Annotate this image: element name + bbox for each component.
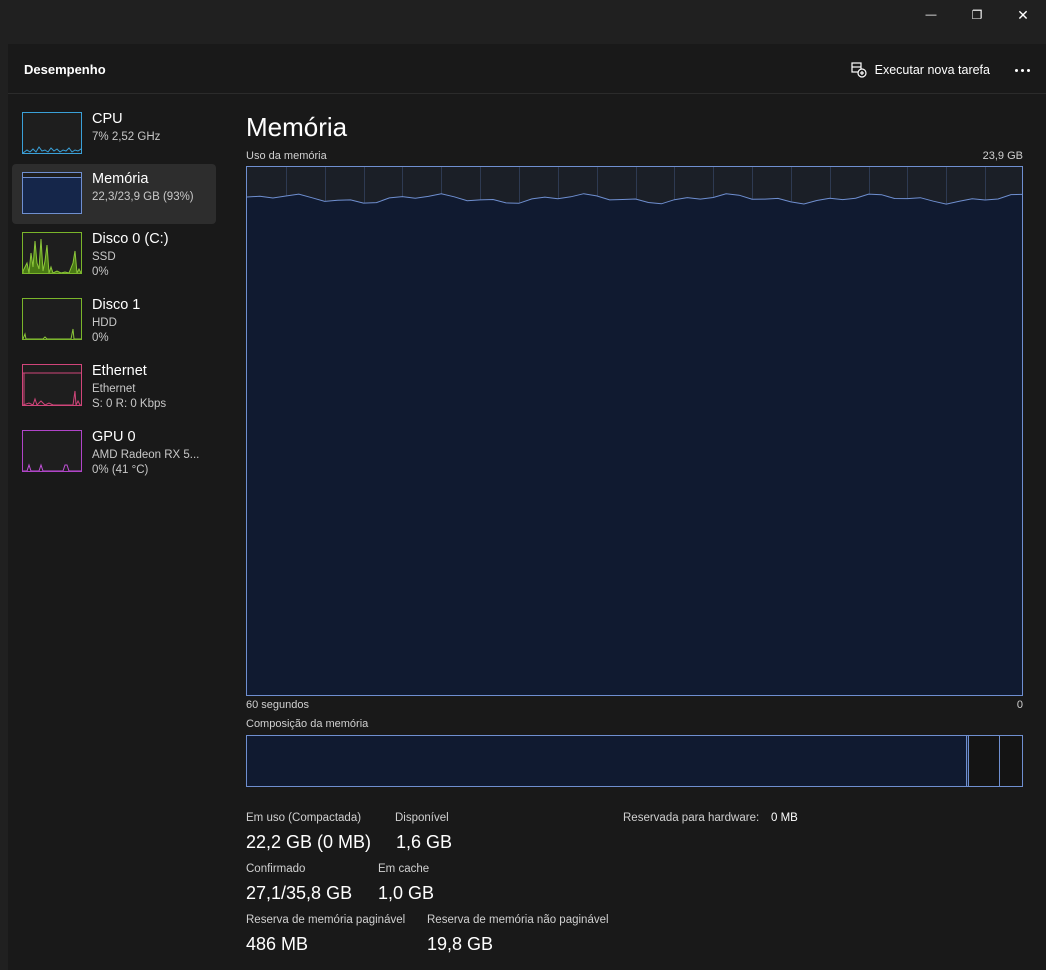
- paged-pool-label: Reserva de memória paginável: [246, 914, 406, 926]
- header: Desempenho Executar nova tarefa: [8, 44, 1046, 94]
- sidebar-item-disk-0[interactable]: Disco 0 (C:) SSD 0%: [12, 224, 216, 284]
- cpu-thumbnail: [22, 112, 82, 154]
- title-bar: — ❐ ✕: [0, 0, 1046, 44]
- sidebar-item-detail: AMD Radeon RX 5...: [92, 449, 200, 461]
- sidebar-item-cpu[interactable]: CPU 7% 2,52 GHz: [12, 104, 216, 164]
- sidebar-item-detail: HDD: [92, 317, 117, 329]
- memory-usage-graph: [246, 166, 1023, 696]
- disk-0-thumbnail: [22, 232, 82, 274]
- close-icon: ✕: [1017, 6, 1029, 23]
- page-title: Desempenho: [24, 62, 106, 77]
- sidebar-item-label: Disco 1: [92, 297, 141, 313]
- nonpaged-pool-label: Reserva de memória não paginável: [427, 914, 609, 926]
- gpu-thumbnail: [22, 430, 82, 472]
- available-value: 1,6 GB: [396, 832, 453, 852]
- sidebar-item-detail-2: 0% (41 °C): [92, 464, 149, 476]
- restore-icon: ❐: [971, 8, 983, 22]
- in-use-label: Em uso (Compactada): [246, 812, 362, 824]
- nonpaged-pool-value: 19,8 GB: [427, 934, 494, 954]
- sidebar-item-detail-2: 0%: [92, 266, 109, 278]
- usage-max: 23,9 GB: [982, 150, 1023, 162]
- minimize-icon: —: [925, 9, 937, 21]
- sidebar-item-label: Ethernet: [92, 363, 147, 379]
- sidebar-item-label: GPU 0: [92, 429, 136, 445]
- sidebar-item-detail: SSD: [92, 251, 116, 263]
- usage-label: Uso da memória: [246, 150, 327, 162]
- x-axis-left-label: 60 segundos: [246, 699, 309, 711]
- run-new-task-label: Executar nova tarefa: [874, 63, 990, 77]
- more-options-button[interactable]: [1010, 58, 1034, 82]
- x-axis-right-label: 0: [1016, 699, 1023, 711]
- sidebar-item-label: Memória: [92, 171, 149, 187]
- in-use-value: 22,2 GB (0 MB): [246, 832, 372, 852]
- minimize-button[interactable]: —: [908, 0, 954, 30]
- sidebar-item-label: Disco 0 (C:): [92, 231, 169, 247]
- close-button[interactable]: ✕: [1000, 0, 1046, 30]
- sidebar-item-detail-2: S: 0 R: 0 Kbps: [92, 398, 167, 410]
- restore-button[interactable]: ❐: [954, 0, 1000, 30]
- sidebar-item-detail-2: 0%: [92, 332, 109, 344]
- memory-usage-chart: [247, 167, 1022, 695]
- sidebar-item-detail: 7% 2,52 GHz: [92, 131, 161, 143]
- hw-reserved-value: 0 MB: [771, 812, 798, 824]
- sidebar-item-disk-1[interactable]: Disco 1 HDD 0%: [12, 290, 216, 350]
- composition-standby: [969, 736, 1001, 786]
- cached-label: Em cache: [378, 863, 430, 875]
- composition-free: [1000, 736, 1022, 786]
- sidebar-item-detail: 22,3/23,9 GB (93%): [92, 191, 194, 203]
- paged-pool-value: 486 MB: [246, 934, 309, 954]
- new-task-icon: [851, 62, 867, 78]
- more-icon: [1014, 68, 1030, 72]
- composition-label: Composição da memória: [246, 718, 369, 730]
- committed-value: 27,1/35,8 GB: [246, 883, 353, 903]
- cached-value: 1,0 GB: [378, 883, 435, 903]
- sidebar-item-label: CPU: [92, 111, 123, 127]
- sidebar-item-memory[interactable]: Memória 22,3/23,9 GB (93%): [12, 164, 216, 224]
- sidebar-item-gpu-0[interactable]: GPU 0 AMD Radeon RX 5... 0% (41 °C): [12, 422, 216, 482]
- composition-in-use: [247, 736, 967, 786]
- memory-composition-bar: [246, 735, 1023, 787]
- ethernet-thumbnail: [22, 364, 82, 406]
- run-new-task-button[interactable]: Executar nova tarefa: [851, 58, 990, 82]
- sidebar-item-ethernet[interactable]: Ethernet Ethernet S: 0 R: 0 Kbps: [12, 356, 216, 416]
- sidebar-item-detail: Ethernet: [92, 383, 136, 395]
- available-label: Disponível: [395, 812, 449, 824]
- hw-reserved-label: Reservada para hardware:: [623, 812, 760, 824]
- memory-title: Memória: [246, 112, 348, 142]
- main-panel: Desempenho Executar nova tarefa CPU 7% 2…: [8, 44, 1046, 970]
- memory-thumbnail: [22, 172, 82, 214]
- committed-label: Confirmado: [246, 863, 306, 875]
- disk-1-thumbnail: [22, 298, 82, 340]
